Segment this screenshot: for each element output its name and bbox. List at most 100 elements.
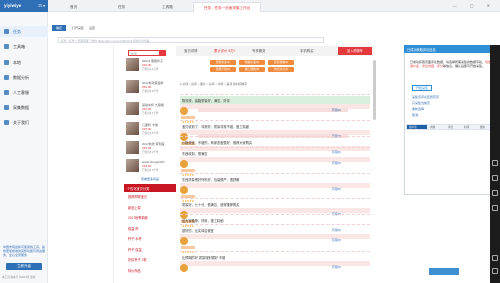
search-icon[interactable] bbox=[159, 51, 165, 55]
window-controls[interactable]: — ▢ ✕ bbox=[453, 3, 496, 8]
review-text: 宝贝收到了，非常好，质量非常不错，做工精细 bbox=[182, 125, 249, 129]
address-bar[interactable]: 任务 - 任务一页面采集工作台 https://item.jd.com/100.… bbox=[58, 37, 324, 43]
sidebar-item-data[interactable]: 采集数据 bbox=[0, 102, 48, 113]
list-item[interactable]: ankle zhang2017 ¥49.00 已售出2.0千件 bbox=[126, 159, 176, 179]
tab-home[interactable]: 首页 bbox=[60, 2, 87, 12]
review-tag[interactable]: 款式漂亮(6) bbox=[268, 67, 294, 72]
open-collect-button[interactable]: 打开采集 bbox=[72, 26, 84, 30]
field-cell[interactable]: 内容 bbox=[430, 125, 435, 129]
category-item[interactable]: 杯子 保温 bbox=[124, 247, 176, 258]
avatar bbox=[180, 237, 188, 245]
review-tag[interactable]: 物美价廉(2) bbox=[239, 60, 265, 65]
avatar bbox=[180, 264, 188, 272]
category-heading: 个性化宝贝分类 bbox=[124, 184, 176, 192]
settings-button[interactable]: 设置 bbox=[89, 26, 95, 30]
app-brand: yiyiwiye ⊡ ▾ bbox=[0, 0, 48, 12]
history-icon[interactable] bbox=[492, 190, 498, 196]
feedback-icon[interactable] bbox=[492, 268, 498, 274]
review-text: 东西质量很好外形好，包装很严，很舒服 bbox=[182, 178, 240, 182]
helpful-link[interactable]: 有用(0) bbox=[332, 238, 341, 242]
sidebar-item-service[interactable]: 人工客服 bbox=[0, 87, 48, 98]
helpful-link[interactable]: 有用(0) bbox=[332, 108, 341, 112]
info-icon bbox=[4, 120, 9, 125]
status-strip bbox=[429, 268, 459, 275]
category-item[interactable]: 折扣杯子 7款 bbox=[124, 257, 176, 268]
user-badge bbox=[181, 116, 195, 119]
start-collect-button[interactable]: 开始采集 bbox=[412, 85, 432, 91]
helpful-link[interactable]: 有用(0) bbox=[332, 161, 341, 165]
list-item[interactable]: 2017新款 带刻度 ¥45.00 已售出6.2千件 bbox=[126, 141, 176, 161]
nav-mobile[interactable]: 手机购买 bbox=[300, 48, 314, 53]
review-tag[interactable]: 配货准确(3) bbox=[268, 60, 294, 65]
category-list: 推荐购物宝贝 新品上架 2017秋季新款 保温 杯 杯子 水杯 杯子 保温 折扣… bbox=[124, 194, 176, 278]
popup-option[interactable]: 只采集当前页 bbox=[412, 101, 430, 105]
message-icon[interactable] bbox=[492, 205, 498, 211]
list-item[interactable]: 200ml 便携杯子 ¥39.00 已售出1.2万件 bbox=[126, 58, 176, 78]
page-scrollbar[interactable] bbox=[373, 60, 376, 120]
headset-icon bbox=[4, 90, 9, 95]
brand-menu-icon[interactable]: ⊡ ▾ bbox=[39, 3, 45, 8]
field-cell[interactable]: 评分 bbox=[448, 125, 453, 129]
user-badge bbox=[181, 246, 195, 249]
product-thumbnail bbox=[126, 80, 139, 93]
review-tag[interactable]: 质量不错(4) bbox=[210, 67, 236, 72]
user-icon[interactable] bbox=[492, 160, 498, 166]
add-to-cart-button[interactable]: 加入购物车 bbox=[338, 47, 372, 55]
heart-icon[interactable] bbox=[492, 175, 498, 181]
tab-toolbox[interactable]: 工具箱 bbox=[152, 2, 183, 12]
popup-option[interactable]: 重新选择 bbox=[412, 107, 424, 111]
review-text: 比预期的好 质量特别很好 不错 bbox=[182, 256, 226, 260]
nav-details[interactable]: 宝贝详情 bbox=[184, 48, 198, 53]
upgrade-button[interactable]: 立即升级 bbox=[6, 263, 42, 270]
sidebar-item-analysis[interactable]: 数据分析 bbox=[0, 72, 48, 83]
category-item[interactable]: 保温 杯 bbox=[124, 226, 176, 237]
field-cell[interactable]: 图片 bbox=[480, 125, 485, 129]
popup-option[interactable]: 采集该评论区所有页 bbox=[412, 95, 439, 99]
avatar bbox=[180, 160, 188, 168]
sidebar-item-toolbox[interactable]: 工具箱 bbox=[0, 41, 48, 52]
product-thumbnail bbox=[126, 58, 139, 71]
helpful-link[interactable]: 有用(0) bbox=[332, 265, 341, 269]
nav-service[interactable]: 专享服务 bbox=[252, 48, 266, 53]
sidebar-notice: 中国市场最新可使用的工具，提供更加成熟的完整功能与周边服务，全心全意服务 bbox=[3, 245, 46, 257]
list-item[interactable]: 运动水杯 大容量 ¥29.00 已售出3.1千件 bbox=[126, 102, 176, 122]
review-filter[interactable]: ● 全部 ○ 追评 ○ 图片 ○ 好评 ○ 中评 ○ 差评 按时间排序 bbox=[180, 82, 370, 88]
user-badge bbox=[181, 169, 195, 172]
top-icon[interactable] bbox=[492, 255, 498, 261]
avatar bbox=[180, 107, 188, 115]
review-item: 比预期的好 质量特别很好 不错有用(0) bbox=[180, 251, 370, 279]
category-item[interactable]: 推荐购物宝贝 bbox=[124, 194, 176, 205]
helpful-link[interactable]: 有用(0) bbox=[332, 187, 341, 191]
review-text: 质量好，七十分，很满意，值得推荐购买 bbox=[182, 203, 240, 207]
tab-active-workbench[interactable]: 任务 - 任务一页面采集工作台 bbox=[193, 2, 262, 12]
sidebar-footer: 本工具 版本号 2018 6月 更新 bbox=[2, 276, 36, 279]
review-text: 价格便宜，不错的，商家态度很好，推荐大家购买 bbox=[182, 141, 253, 145]
category-item[interactable]: 杯子 水杯 bbox=[124, 236, 176, 247]
folder-icon bbox=[4, 60, 9, 65]
field-cell[interactable]: 时间 bbox=[464, 125, 469, 129]
list-item[interactable]: 儿童杯 卡通 ¥25.00 已售出1.5千件 bbox=[126, 122, 176, 142]
sidebar-item-local[interactable]: 本地 bbox=[0, 57, 48, 68]
sidebar-item-tasks[interactable]: 任务 bbox=[0, 26, 48, 37]
product-thumbnail bbox=[126, 122, 139, 135]
database-icon bbox=[4, 105, 9, 110]
avatar bbox=[180, 186, 188, 194]
list-item[interactable]: 2017新款保温杯 ¥59.00 已售出9.8千件 bbox=[126, 80, 176, 100]
review-text: 物流快，装箱质量好，满意，好评 bbox=[182, 99, 230, 103]
popup-option[interactable]: 取消 bbox=[412, 113, 418, 117]
category-item[interactable]: 新品上架 bbox=[124, 205, 176, 216]
brand-name: yiyiwiye bbox=[4, 3, 22, 8]
review-text: 东西收到，很满意 bbox=[182, 152, 208, 156]
category-item[interactable]: 2017秋季新款 bbox=[124, 215, 176, 226]
sidebar-item-about[interactable]: 关于我们 bbox=[0, 117, 48, 128]
tab-task[interactable]: 任务 bbox=[108, 2, 135, 12]
review-tag[interactable]: 优惠多多(1) bbox=[210, 60, 236, 65]
confirm-button[interactable]: 确定 bbox=[52, 25, 66, 31]
more-products-link[interactable]: 查看更多商品 bbox=[141, 177, 159, 181]
review-tag[interactable]: 做工细致(5) bbox=[239, 67, 265, 72]
category-item[interactable]: 特价商品 bbox=[124, 268, 176, 279]
review-text: 给大家推荐，好用，做工精细 bbox=[182, 219, 224, 223]
product-thumbnail bbox=[126, 141, 139, 154]
nav-reviews[interactable]: 累计评价 8万+ bbox=[214, 48, 236, 53]
field-cell[interactable]: 用户名 bbox=[409, 125, 417, 129]
